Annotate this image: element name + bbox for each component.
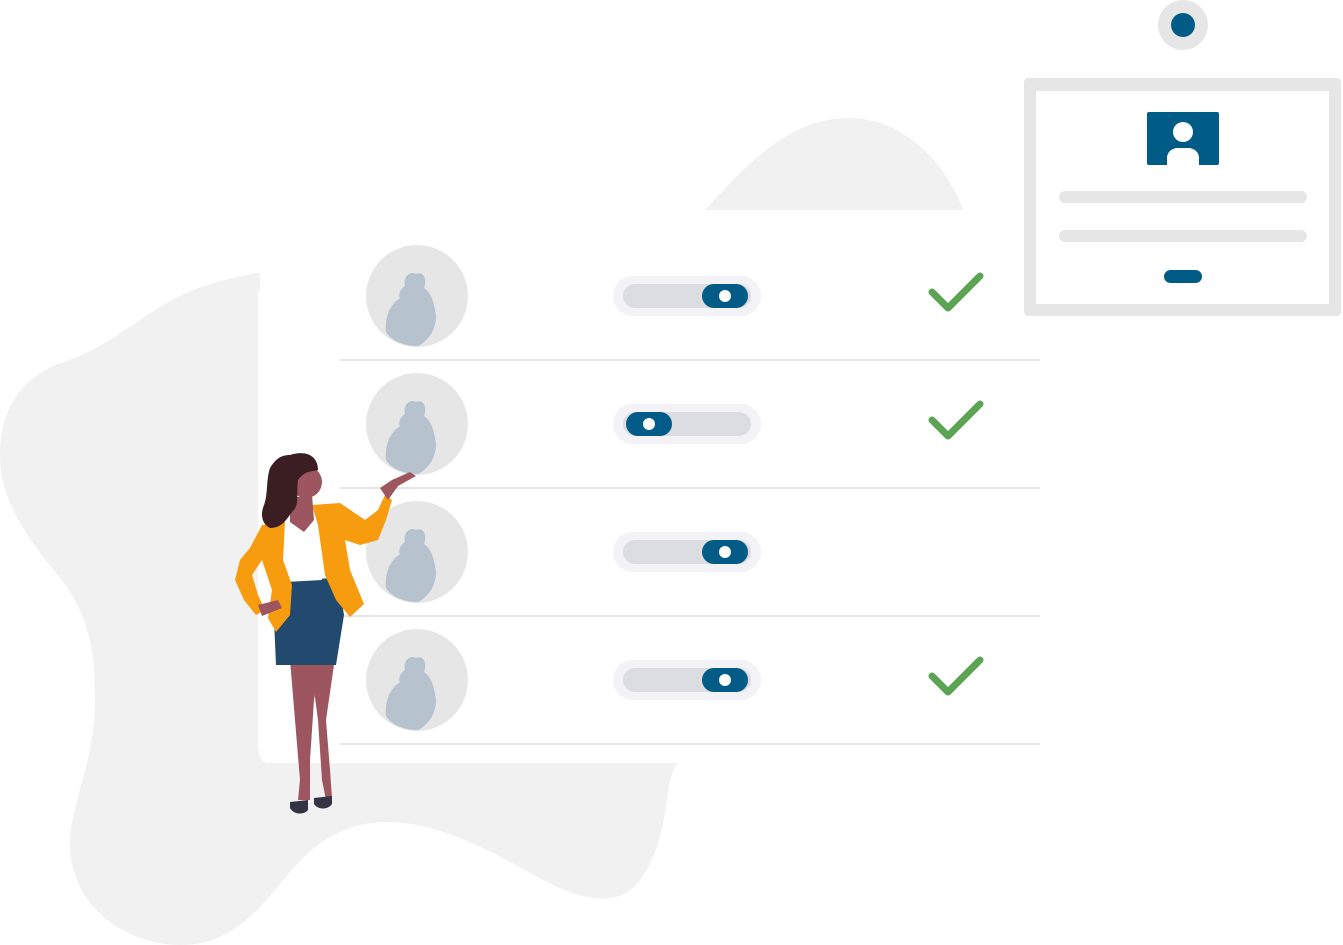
profile-text-line [1059, 230, 1307, 242]
profile-card [1024, 78, 1341, 316]
user-permissions-illustration [0, 0, 1341, 945]
user-silhouette-icon [366, 245, 468, 347]
permission-toggle[interactable] [613, 276, 761, 316]
profile-text-line [1059, 191, 1307, 203]
permission-toggle[interactable] [613, 532, 761, 572]
background-hill [705, 117, 963, 210]
permission-toggle[interactable] [613, 660, 761, 700]
user-silhouette-icon [366, 629, 468, 731]
user-profile-icon [1147, 112, 1219, 165]
user-silhouette-icon [366, 373, 468, 475]
profile-action-button[interactable] [1164, 270, 1202, 283]
permission-toggle[interactable] [613, 404, 761, 444]
circle-dot-icon [1158, 0, 1208, 50]
